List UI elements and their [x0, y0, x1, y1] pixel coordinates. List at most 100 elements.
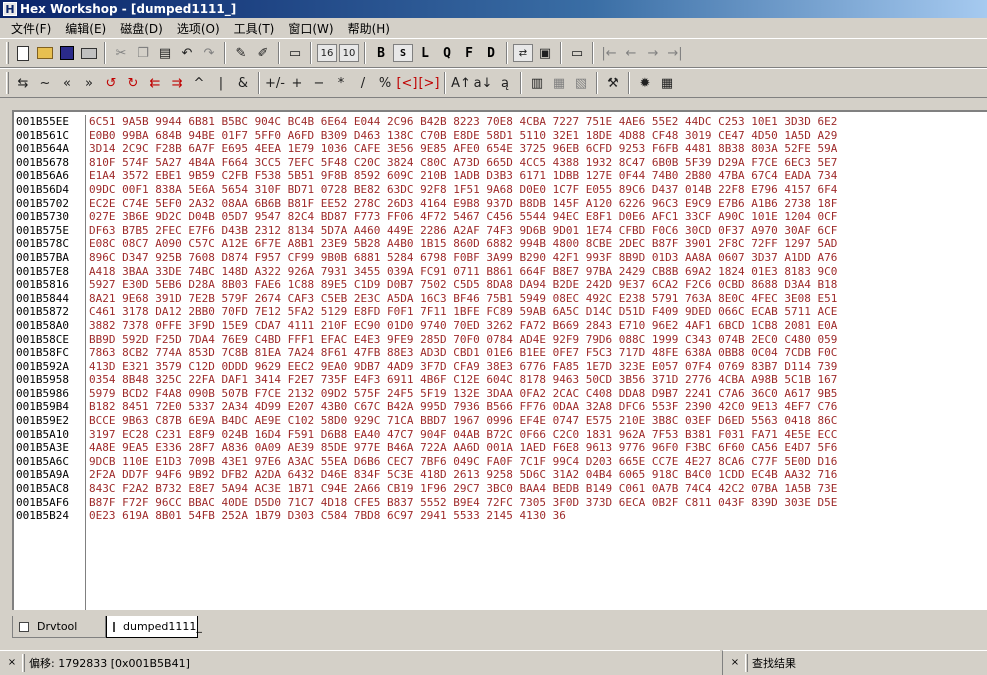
hex-row[interactable]: 5979 BCD2 F4A8 090B 507B F7CE 2132 09D2 …	[87, 387, 987, 401]
hex-row[interactable]: 0354 8B48 325C 22FA DAF1 3414 F2E7 735F …	[87, 373, 987, 387]
menu-help[interactable]: 帮助(H)	[341, 20, 397, 37]
redo-icon[interactable]: ↷	[198, 42, 220, 64]
op-multiply-button[interactable]: *	[330, 72, 352, 94]
hex-row[interactable]: 843C F2A2 B732 E8E7 5A94 AC3E 1B71 C94E …	[87, 482, 987, 496]
new-file-icon[interactable]	[12, 42, 34, 64]
menu-options[interactable]: 选项(O)	[170, 20, 227, 37]
format-long-button[interactable]: L	[414, 42, 436, 64]
op-mod-button[interactable]: %	[374, 72, 396, 94]
op-shift-right-button[interactable]: »	[78, 72, 100, 94]
pane-grip[interactable]	[22, 654, 25, 672]
hex-row[interactable]: 896C D347 925B 7608 D874 F957 CF99 9B0B …	[87, 251, 987, 265]
op-block-right-button[interactable]: ⇉	[166, 72, 188, 94]
op-and-button[interactable]: &	[232, 72, 254, 94]
hex-row[interactable]: 8A21 9E68 391D 7E2B 579F 2674 CAF3 C5EB …	[87, 292, 987, 306]
toolbar-grip[interactable]	[6, 42, 9, 64]
format-short-button[interactable]: S	[393, 44, 413, 62]
hex-row[interactable]: 3D14 2C9C F28B 6A7F E695 4EEA 1E79 1036 …	[87, 142, 987, 156]
hex-row[interactable]: BCCE 9B63 C87B 6E9A B4DC AE9E C102 58D0 …	[87, 414, 987, 428]
compare-icon[interactable]: ▥	[526, 72, 548, 94]
bookmark-icon[interactable]: ▣	[534, 42, 556, 64]
calculator-icon[interactable]: ▦	[656, 72, 678, 94]
hex-row[interactable]: 0E23 619A 8B01 54FB 252A 1B79 D303 C584 …	[87, 509, 987, 523]
hex-row[interactable]: A418 3BAA 33DE 74BC 148D A322 926A 7931 …	[87, 265, 987, 279]
tab-dumped1111[interactable]: dumped1111_	[106, 616, 202, 638]
paste-icon[interactable]: ▤	[154, 42, 176, 64]
menu-disk[interactable]: 磁盘(D)	[113, 20, 170, 37]
save-disk-icon[interactable]	[56, 42, 78, 64]
format-double-button[interactable]: D	[480, 42, 502, 64]
op-divide-button[interactable]: /	[352, 72, 374, 94]
op-shift-block-right-button[interactable]: [>]	[418, 72, 440, 94]
title-bar[interactable]: H Hex Workshop - [dumped1111_]	[0, 0, 987, 18]
hex-row[interactable]: 027E 3B6E 9D2C D04B 05D7 9547 82C4 BD87 …	[87, 210, 987, 224]
checksum-icon[interactable]: ▦	[548, 72, 570, 94]
last-icon[interactable]: →|	[664, 42, 686, 64]
hex-row[interactable]: 2F2A DD7F 94F6 9B92 DFB2 A2DA 6432 D46E …	[87, 468, 987, 482]
hex-row[interactable]: 09DC 00F1 838A 5E6A 5654 310F BD71 0728 …	[87, 183, 987, 197]
hex-10-button[interactable]: 10	[339, 44, 359, 62]
op-invert-case-button[interactable]: ą	[494, 72, 516, 94]
hex-data-column[interactable]: 6C51 9A5B 9944 6B81 B5BC 904C BC4B 6E64 …	[87, 115, 987, 610]
op-subtract-button[interactable]: −	[308, 72, 330, 94]
hex-row[interactable]: C461 3178 DA12 2BB0 70FD 7E12 5FA2 5129 …	[87, 305, 987, 319]
op-or-button[interactable]: |	[210, 72, 232, 94]
hex-row[interactable]: 3882 7378 0FFE 3F9D 15E9 CDA7 4111 210F …	[87, 319, 987, 333]
toolbar-grip[interactable]	[6, 72, 9, 94]
format-byte-button[interactable]: B	[370, 42, 392, 64]
op-shift-left-button[interactable]: «	[56, 72, 78, 94]
menu-tools[interactable]: 工具(T)	[227, 20, 282, 37]
hex-row[interactable]: E08C 08C7 A090 C57C A12E 6F7E A8B1 23E9 …	[87, 237, 987, 251]
op-not-button[interactable]: ~	[34, 72, 56, 94]
op-add-button[interactable]: +	[286, 72, 308, 94]
op-rotate-right-button[interactable]: ↻	[122, 72, 144, 94]
hex-row[interactable]: 5927 E30D 5EB6 D28A 8B03 FAE6 1C88 89E5 …	[87, 278, 987, 292]
hex-row[interactable]: 4A8E 9EA5 E336 28F7 A836 0A09 AE39 85DE …	[87, 441, 987, 455]
hex-row[interactable]: 7863 8CB2 774A 853D 7C8B 81EA 7A24 8F61 …	[87, 346, 987, 360]
tab-drvtool[interactable]: Drvtool	[12, 616, 106, 638]
op-lowercase-button[interactable]: a↓	[472, 72, 494, 94]
window-icon[interactable]: ▭	[566, 42, 588, 64]
print-icon[interactable]	[78, 42, 100, 64]
next-icon[interactable]: →	[642, 42, 664, 64]
open-folder-icon[interactable]	[34, 42, 56, 64]
op-negate-button[interactable]: +/-	[264, 72, 286, 94]
hex-row[interactable]: EC2E C74E 5EF0 2A32 08AA 6B6B B81F EE52 …	[87, 197, 987, 211]
op-shift-block-left-button[interactable]: [<]	[396, 72, 418, 94]
hex-row[interactable]: BB9D 592D F25D 7DA4 76E9 C4BD FFF1 EFAC …	[87, 333, 987, 347]
first-icon[interactable]: |←	[598, 42, 620, 64]
hex-row[interactable]: E1A4 3572 EBE1 9B59 C2FB F538 5B51 9F8B …	[87, 169, 987, 183]
hex-row[interactable]: 6C51 9A5B 9944 6B81 B5BC 904C BC4B 6E64 …	[87, 115, 987, 129]
tools-icon[interactable]: ⚒	[602, 72, 624, 94]
goto-icon[interactable]: ⇄	[513, 44, 533, 62]
op-swap-button[interactable]: ⇆	[12, 72, 34, 94]
hex-row[interactable]: E0B0 99BA 684B 94BE 01F7 5FF0 A6FD B309 …	[87, 129, 987, 143]
menu-window[interactable]: 窗口(W)	[281, 20, 340, 37]
format-quad-button[interactable]: Q	[436, 42, 458, 64]
hex-row[interactable]: B182 8451 72E0 5337 2A34 4D99 E207 43B0 …	[87, 400, 987, 414]
insert-mode-icon[interactable]: ✎	[230, 42, 252, 64]
op-uppercase-button[interactable]: A↑	[450, 72, 472, 94]
overwrite-mode-icon[interactable]: ✐	[252, 42, 274, 64]
hex-row[interactable]: DF63 B7B5 2FEC E7F6 D43B 2312 8134 5D7A …	[87, 224, 987, 238]
format-float-button[interactable]: F	[458, 42, 480, 64]
cut-icon[interactable]: ✂	[110, 42, 132, 64]
hex-row[interactable]: 9DCB 110E E1D3 709B 43E1 97E6 A3AC 55EA …	[87, 455, 987, 469]
hex-row[interactable]: B87F F72F 96CC BBAC 40DE D5D0 71C7 4D18 …	[87, 496, 987, 510]
settings-icon[interactable]: ✹	[634, 72, 656, 94]
structure-icon[interactable]: ▧	[570, 72, 592, 94]
close-icon[interactable]: ×	[6, 657, 18, 669]
close-icon[interactable]: ×	[729, 657, 741, 669]
prev-icon[interactable]: ←	[620, 42, 642, 64]
hex-row[interactable]: 3197 EC28 C231 E8F9 024B 16D4 F591 D6B8 …	[87, 428, 987, 442]
menu-file[interactable]: 文件(F)	[4, 20, 58, 37]
op-rotate-left-button[interactable]: ↺	[100, 72, 122, 94]
hex-row[interactable]: 413D E321 3579 C12D 0DDD 9629 EEC2 9EA0 …	[87, 360, 987, 374]
view-icon[interactable]: ▭	[284, 42, 306, 64]
undo-icon[interactable]: ↶	[176, 42, 198, 64]
op-xor-button[interactable]: ^	[188, 72, 210, 94]
pane-grip[interactable]	[745, 654, 748, 672]
copy-icon[interactable]: ❐	[132, 42, 154, 64]
op-block-left-button[interactable]: ⇇	[144, 72, 166, 94]
hex-row[interactable]: 810F 574F 5A27 4B4A F664 3CC5 7EFC 5F48 …	[87, 156, 987, 170]
